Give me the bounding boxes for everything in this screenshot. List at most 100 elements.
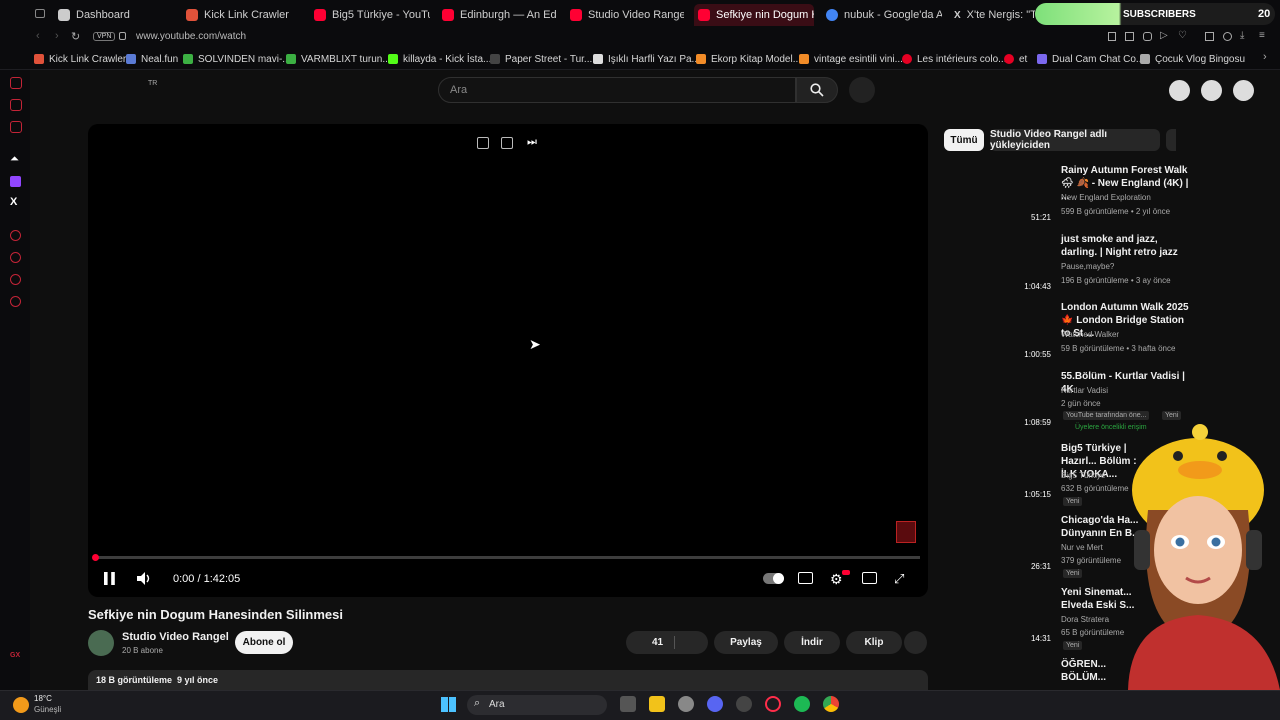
discord-icon[interactable]: [707, 696, 723, 712]
tab-1[interactable]: Kick Link Crawler: [182, 4, 302, 26]
recommendation-new-badge: Yeni: [1063, 569, 1083, 578]
bookmark-9[interactable]: Les intérieurs colo...: [902, 51, 1007, 67]
task-view-icon[interactable]: [620, 696, 636, 712]
vpn-badge[interactable]: VPN: [93, 32, 116, 41]
video-player[interactable]: [88, 124, 928, 597]
settings-app-icon[interactable]: [678, 696, 694, 712]
video-title: Sefkiye nin Dogum Hanesinden Silinmesi: [88, 607, 344, 622]
url-field[interactable]: www.youtube.com/watch: [136, 31, 246, 42]
recommendation-item[interactable]: London Autumn Walk 2025 🍁 London Bridge …: [1020, 301, 1190, 363]
back-icon[interactable]: ‹: [36, 30, 40, 42]
bookmark-5[interactable]: Paper Street - Tur...: [490, 51, 592, 67]
pause-button[interactable]: [104, 572, 115, 585]
chip-all[interactable]: Tümü: [944, 129, 984, 151]
tab-favicon-icon: [58, 9, 70, 21]
tab-7[interactable]: XX'te Nergis: "Töv: [950, 4, 1035, 26]
chip-from-uploader[interactable]: Studio Video Rangel adlı yükleyiciden: [990, 129, 1160, 151]
shield-icon[interactable]: [1143, 32, 1152, 41]
sidebar-chat-icon[interactable]: [10, 99, 22, 111]
share-button[interactable]: Paylaş: [714, 631, 778, 654]
progress-bar[interactable]: [96, 556, 920, 559]
screenshot-icon[interactable]: [1125, 32, 1134, 41]
channel-avatar[interactable]: [88, 630, 114, 656]
bookmark-11[interactable]: Dual Cam Chat Co...: [1037, 51, 1144, 67]
theater-mode-icon[interactable]: [862, 572, 877, 584]
fullscreen-icon[interactable]: ⤢: [894, 571, 904, 587]
bookmark-6[interactable]: Işıklı Harfli Yazı Pa...: [593, 51, 700, 67]
taskbar-search[interactable]: [467, 695, 607, 715]
settings-icon[interactable]: ⚙: [830, 571, 843, 588]
subtitles-icon[interactable]: [798, 572, 813, 584]
search-input[interactable]: Ara: [438, 77, 796, 103]
taskbar-search-icon: ⌕: [474, 697, 481, 709]
tab-6[interactable]: nubuk - Google'da Ara: [822, 4, 942, 26]
voice-search-button[interactable]: [849, 77, 875, 103]
miniplayer-icon[interactable]: [477, 137, 489, 149]
file-explorer-icon[interactable]: [649, 696, 665, 712]
queue-icon[interactable]: [501, 137, 513, 149]
more-actions-button[interactable]: [904, 631, 927, 654]
recommendation-item[interactable]: just smoke and jazz, darling. | Night re…: [1020, 233, 1190, 295]
bookmarks-more-icon[interactable]: ›: [1263, 51, 1267, 63]
bookmark-8[interactable]: vintage esintili vini...: [799, 51, 903, 67]
sidebar-kick-icon[interactable]: ⏶: [10, 153, 22, 165]
heart-icon[interactable]: ♡: [1178, 30, 1187, 41]
sidebar-extension-icon[interactable]: [10, 121, 22, 133]
chrome-icon[interactable]: [823, 696, 839, 712]
sidebar-twitch-icon[interactable]: [10, 176, 21, 187]
tab-2[interactable]: Big5 Türkiye - YouTube: [310, 4, 430, 26]
bookmark-1[interactable]: Neal.fun: [126, 51, 178, 67]
opera-gx-taskbar-icon[interactable]: [765, 696, 781, 712]
tab-4[interactable]: Studio Video Rangel - Yo: [566, 4, 684, 26]
sidebar-settings-icon[interactable]: [10, 296, 21, 307]
channel-name[interactable]: Studio Video Rangel: [122, 631, 229, 643]
menu-icon[interactable]: ≡: [1259, 30, 1265, 41]
like-button[interactable]: 41: [626, 631, 708, 654]
channel-watermark-icon[interactable]: [896, 521, 916, 543]
create-button[interactable]: [1169, 80, 1190, 101]
progress-scrubber[interactable]: [92, 554, 99, 561]
extensions-icon[interactable]: [1205, 32, 1214, 41]
bookmark-0[interactable]: Kick Link Crawler: [34, 51, 126, 67]
recommendation-item[interactable]: Rainy Autumn Forest Walk 🌧 🍂 - New Engla…: [1020, 164, 1190, 226]
recommendation-badge: YouTube tarafından öne...: [1063, 411, 1150, 420]
bookmark-2[interactable]: SOLVINDEN mavi-...: [183, 51, 291, 67]
skip-next-overlay-icon[interactable]: ⏭: [527, 136, 537, 149]
forward-icon[interactable]: ›: [55, 30, 59, 42]
pin-icon[interactable]: [1108, 32, 1116, 41]
volume-button[interactable]: [137, 572, 151, 585]
recommendation-duration: 51:21: [1030, 213, 1051, 222]
weather-icon[interactable]: [13, 697, 29, 713]
bookmark-10[interactable]: et: [1004, 51, 1027, 67]
search-button[interactable]: [796, 77, 838, 103]
tab-0[interactable]: Dashboard: [54, 4, 174, 26]
bookmark-4[interactable]: killayda - Kick İsta...: [388, 51, 491, 67]
tab-menu-icon[interactable]: [35, 9, 45, 18]
bookmark-3[interactable]: VARMBLIXT turun...: [286, 51, 391, 67]
clock-app-icon[interactable]: [736, 696, 752, 712]
account-avatar[interactable]: [1233, 80, 1254, 101]
sidebar-messenger-icon[interactable]: [10, 77, 22, 89]
download-button[interactable]: İndir: [784, 631, 840, 654]
windows-start-icon[interactable]: [441, 697, 456, 712]
bookmark-7[interactable]: Ekorp Kitap Model...: [696, 51, 801, 67]
sidebar-tools-icon[interactable]: [10, 274, 21, 285]
profile-icon[interactable]: [1223, 32, 1232, 41]
bookmark-12[interactable]: Çocuk Vlog Bingosu: [1140, 51, 1245, 67]
tab-5-active[interactable]: Sefkiye nin Dogum Hane: [694, 4, 814, 26]
play-icon[interactable]: ▷: [1160, 30, 1168, 41]
autoplay-toggle[interactable]: [763, 573, 784, 584]
sidebar-x-icon[interactable]: X: [10, 196, 17, 208]
clip-button[interactable]: Klip: [846, 631, 902, 654]
notifications-button[interactable]: [1201, 80, 1222, 101]
subscribe-button[interactable]: Abone ol: [235, 631, 293, 654]
tab-3[interactable]: Edinburgh — An Edinburg: [438, 4, 556, 26]
lock-icon[interactable]: [119, 32, 126, 40]
spotify-icon[interactable]: [794, 696, 810, 712]
sidebar-player-icon[interactable]: [10, 230, 21, 241]
sidebar-history-icon[interactable]: [10, 252, 21, 263]
reload-icon[interactable]: ↻: [71, 30, 80, 43]
sidebar-gx-icon[interactable]: GX: [10, 652, 20, 659]
download-icon[interactable]: ⤓: [1240, 30, 1244, 41]
recommendation-duration: 14:31: [1030, 634, 1051, 643]
